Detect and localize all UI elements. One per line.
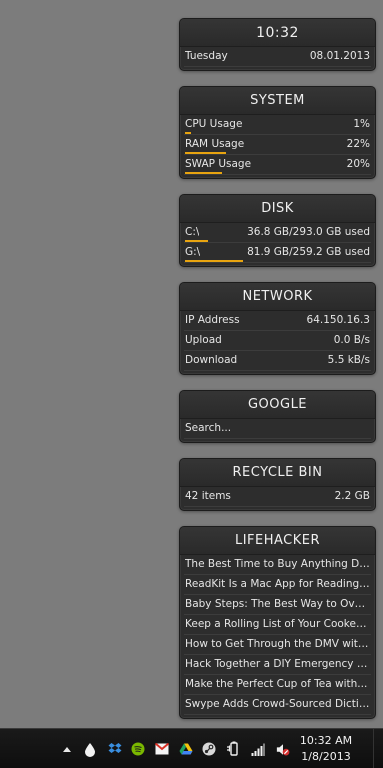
disk-g-row[interactable]: G:\ 81.9 GB/259.2 GB used <box>184 243 371 263</box>
clock-time: 10:32 <box>180 19 375 47</box>
lifehacker-link-text: How to Get Through the DMV with... <box>185 638 370 650</box>
clock-date-row: Tuesday 08.01.2013 <box>184 47 371 67</box>
lifehacker-link[interactable]: The Best Time to Buy Anything Du... <box>184 555 371 575</box>
google-search-input[interactable]: Search... <box>184 419 371 439</box>
cpu-usage-bar <box>185 132 191 134</box>
recycle-bin-row[interactable]: 42 items 2.2 GB <box>184 487 371 507</box>
cpu-usage-value: 1% <box>353 118 370 130</box>
lifehacker-widget: LIFEHACKER The Best Time to Buy Anything… <box>179 526 376 719</box>
lifehacker-link-text: Hack Together a DIY Emergency Ca... <box>185 658 370 670</box>
download-label: Download <box>185 354 238 366</box>
lifehacker-link[interactable]: Keep a Rolling List of Your Cooked... <box>184 615 371 635</box>
google-drive-icon[interactable] <box>179 741 193 757</box>
upload-label: Upload <box>185 334 222 346</box>
lifehacker-link-text: Make the Perfect Cup of Tea with... <box>185 678 368 690</box>
google-title: GOOGLE <box>180 391 375 419</box>
clock-day: Tuesday <box>185 50 228 62</box>
show-hidden-icons-arrow-icon[interactable] <box>60 741 74 757</box>
lifehacker-link[interactable]: Baby Steps: The Best Way to Over... <box>184 595 371 615</box>
volume-muted-icon[interactable] <box>276 741 290 757</box>
lifehacker-link-text: The Best Time to Buy Anything Du... <box>185 558 370 570</box>
ip-address-row: IP Address 64.150.16.3 <box>184 311 371 331</box>
network-widget: NETWORK IP Address 64.150.16.3 Upload 0.… <box>179 282 376 375</box>
disk-g-value: 81.9 GB/259.2 GB used <box>247 246 370 258</box>
lifehacker-link-text: Swype Adds Crowd-Sourced Dictio... <box>185 698 370 710</box>
lifehacker-link[interactable]: How to Get Through the DMV with... <box>184 635 371 655</box>
show-desktop-button[interactable] <box>373 729 383 768</box>
disk-c-bar <box>185 240 209 242</box>
swap-usage-value: 20% <box>346 158 370 170</box>
lifehacker-link-text: Baby Steps: The Best Way to Over... <box>185 598 370 610</box>
lifehacker-link[interactable]: Swype Adds Crowd-Sourced Dictio... <box>184 695 371 715</box>
download-row: Download 5.5 kB/s <box>184 351 371 371</box>
swap-usage-row: SWAP Usage 20% <box>184 155 371 175</box>
swap-usage-bar <box>185 172 222 174</box>
google-widget: GOOGLE Search... <box>179 390 376 443</box>
clock-date: 08.01.2013 <box>309 50 370 62</box>
lifehacker-title[interactable]: LIFEHACKER <box>180 527 375 555</box>
system-title: SYSTEM <box>180 87 375 115</box>
disk-c-row[interactable]: C:\ 36.8 GB/293.0 GB used <box>184 223 371 243</box>
network-title: NETWORK <box>180 283 375 311</box>
dropbox-icon[interactable] <box>108 741 122 757</box>
taskbar-clock[interactable]: 10:32 AM 1/8/2013 <box>291 733 361 765</box>
system-widget: SYSTEM CPU Usage 1% RAM Usage 22% SWAP U… <box>179 86 376 179</box>
taskbar-time: 10:32 AM <box>299 734 353 747</box>
recycle-bin-size: 2.2 GB <box>334 490 370 502</box>
lifehacker-link[interactable]: Make the Perfect Cup of Tea with... <box>184 675 371 695</box>
lifehacker-link-text: ReadKit Is a Mac App for Reading I... <box>185 578 370 590</box>
ram-usage-bar <box>185 152 226 154</box>
lifehacker-link-text: Keep a Rolling List of Your Cooked... <box>185 618 370 630</box>
taskbar-date: 1/8/2013 <box>301 750 351 763</box>
gmail-icon[interactable] <box>155 741 169 757</box>
disk-widget: DISK C:\ 36.8 GB/293.0 GB used G:\ 81.9 … <box>179 194 376 267</box>
ram-usage-value: 22% <box>346 138 370 150</box>
disk-c-value: 36.8 GB/293.0 GB used <box>247 226 370 238</box>
water-drop-icon[interactable] <box>83 741 97 757</box>
spotify-icon[interactable] <box>131 741 145 757</box>
cpu-usage-row: CPU Usage 1% <box>184 115 371 135</box>
taskbar: 10:32 AM 1/8/2013 <box>0 728 383 768</box>
recycle-bin-items: 42 items <box>185 490 231 502</box>
disk-title: DISK <box>180 195 375 223</box>
lifehacker-link[interactable]: Hack Together a DIY Emergency Ca... <box>184 655 371 675</box>
upload-value: 0.0 B/s <box>333 334 370 346</box>
upload-row: Upload 0.0 B/s <box>184 331 371 351</box>
recycle-bin-title[interactable]: RECYCLE BIN <box>180 459 375 487</box>
download-value: 5.5 kB/s <box>327 354 370 366</box>
clock-widget: 10:32 Tuesday 08.01.2013 <box>179 18 376 71</box>
ram-usage-row: RAM Usage 22% <box>184 135 371 155</box>
recycle-bin-widget: RECYCLE BIN 42 items 2.2 GB <box>179 458 376 511</box>
network-signal-icon[interactable] <box>251 741 265 757</box>
lifehacker-link[interactable]: ReadKit Is a Mac App for Reading I... <box>184 575 371 595</box>
disk-g-bar <box>185 260 244 262</box>
ip-address-label: IP Address <box>185 314 240 326</box>
google-search-placeholder: Search... <box>185 422 232 434</box>
cpu-usage-label: CPU Usage <box>185 118 243 130</box>
ip-address-value: 64.150.16.3 <box>306 314 370 326</box>
steam-icon[interactable] <box>202 741 216 757</box>
power-plug-icon[interactable] <box>226 741 240 757</box>
